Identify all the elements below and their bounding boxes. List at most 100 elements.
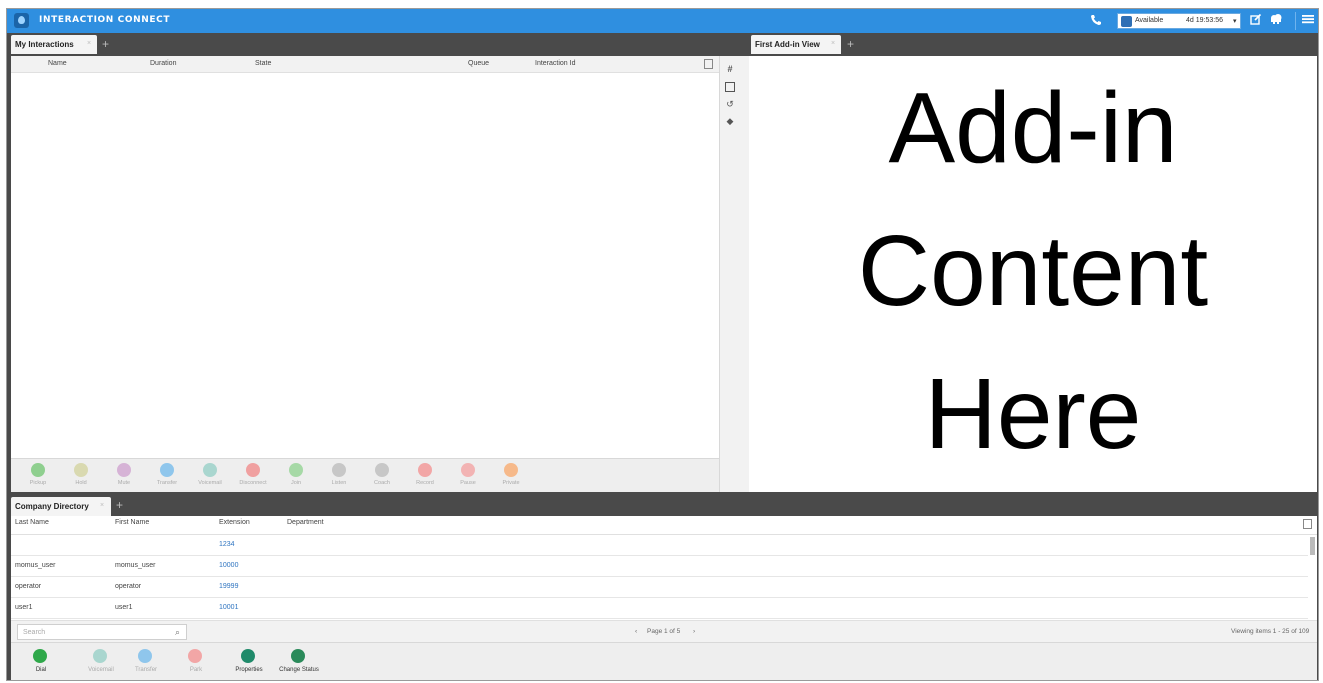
edit-icon[interactable] [1248, 13, 1263, 28]
tag-icon[interactable]: ◆ [725, 116, 735, 126]
col-interaction-id[interactable]: Interaction Id [535, 60, 575, 67]
private-button[interactable]: Private [494, 463, 528, 491]
col-department[interactable]: Department [287, 519, 324, 526]
col-name[interactable]: Name [48, 60, 67, 67]
add-tab-icon[interactable]: + [102, 37, 109, 51]
prev-page-icon[interactable]: ‹ [635, 628, 637, 635]
search-placeholder: Search [23, 629, 46, 636]
cell-extension-link[interactable]: 10001 [219, 604, 238, 611]
coach-button[interactable]: Coach [365, 463, 399, 491]
park-icon [188, 649, 202, 663]
add-tab-icon[interactable]: + [116, 498, 123, 512]
tab-label: Company Directory [15, 502, 89, 511]
close-icon[interactable]: × [87, 40, 91, 47]
properties-icon [241, 649, 255, 663]
transfer-label: Transfer [134, 667, 158, 673]
column-picker-icon[interactable] [704, 59, 713, 69]
add-tab-icon[interactable]: + [847, 37, 854, 51]
tab-first-addin-view[interactable]: First Add-in View × [751, 35, 841, 54]
header-divider [1295, 12, 1296, 30]
interactions-header-row: Name Duration State Queue Interaction Id [11, 56, 719, 73]
tab-label: First Add-in View [755, 40, 820, 49]
voicemail-icon [203, 463, 217, 477]
change-status-button[interactable]: Change Status [273, 647, 325, 675]
voicemail-button[interactable]: Voicemail [193, 463, 227, 491]
record-button[interactable]: Record [408, 463, 442, 491]
chevron-down-icon: ▾ [1233, 18, 1237, 25]
status-timer: 4d 19:53:56 [1186, 17, 1223, 24]
addin-line-2: Content [857, 215, 1209, 327]
col-first-name[interactable]: First Name [115, 519, 149, 526]
next-page-icon[interactable]: › [693, 628, 695, 635]
pause-label: Pause [460, 480, 476, 486]
app-title: INTERACTION CONNECT [39, 15, 171, 25]
tab-my-interactions[interactable]: My Interactions × [11, 35, 97, 54]
pickup-label: Pickup [29, 480, 47, 486]
properties-button[interactable]: Properties [229, 647, 269, 675]
col-duration[interactable]: Duration [150, 60, 176, 67]
cell-extension-link[interactable]: 10000 [219, 562, 238, 569]
status-selector[interactable]: Available 4d 19:53:56 ▾ [1117, 13, 1241, 29]
mute-button[interactable]: Mute [107, 463, 141, 491]
directory-header-row: Last Name First Name Extension Departmen… [11, 516, 1317, 535]
close-icon[interactable]: × [831, 40, 835, 47]
pickup-button[interactable]: Pickup [21, 463, 55, 491]
table-row[interactable]: operator operator 19999 [11, 577, 1308, 598]
voicemail-button[interactable]: Voicemail [81, 647, 121, 675]
menu-icon[interactable] [1300, 13, 1315, 28]
col-state[interactable]: State [255, 60, 271, 67]
record-icon [418, 463, 432, 477]
transfer-icon [160, 463, 174, 477]
app-window: INTERACTION CONNECT Available 4d 19:53:5… [6, 8, 1319, 681]
coach-icon [375, 463, 389, 477]
search-icon[interactable]: ⌕ [175, 627, 180, 638]
close-icon[interactable]: × [100, 502, 104, 509]
hold-button[interactable]: Hold [64, 463, 98, 491]
private-icon [504, 463, 518, 477]
status-label: Available [1135, 17, 1164, 24]
transfer-button[interactable]: Transfer [150, 463, 184, 491]
search-input[interactable]: Search ⌕ [17, 624, 187, 640]
hash-icon[interactable]: # [725, 64, 735, 74]
hold-icon [74, 463, 88, 477]
disconnect-icon [246, 463, 260, 477]
cell-extension-link[interactable]: 19999 [219, 583, 238, 590]
transfer-button[interactable]: Transfer [126, 647, 166, 675]
table-row[interactable]: momus_user momus_user 10000 [11, 556, 1308, 577]
phone-icon[interactable] [1090, 14, 1102, 27]
mute-label: Mute [117, 480, 131, 486]
app-logo [14, 13, 29, 28]
tab-company-directory[interactable]: Company Directory × [11, 497, 111, 516]
cloud-icon[interactable] [1268, 13, 1283, 28]
col-last-name[interactable]: Last Name [15, 519, 49, 526]
voicemail-label: Voicemail [88, 667, 114, 673]
disconnect-button[interactable]: Disconnect [236, 463, 270, 491]
pause-button[interactable]: Pause [451, 463, 485, 491]
viewing-items-label: Viewing items 1 - 25 of 109 [1231, 628, 1310, 635]
table-row[interactable]: 1234 [11, 535, 1308, 556]
join-button[interactable]: Join [279, 463, 313, 491]
dial-button[interactable]: Dial [21, 647, 61, 675]
listen-button[interactable]: Listen [322, 463, 356, 491]
addin-view-panel: Add-in Content Here [749, 56, 1317, 492]
cell-last-name: operator [15, 583, 42, 590]
cell-first-name: operator [115, 583, 142, 590]
col-extension[interactable]: Extension [219, 519, 250, 526]
interaction-side-strip: # ↺ ◆ [719, 56, 749, 492]
cell-extension-link[interactable]: 1234 [219, 541, 235, 548]
park-button[interactable]: Park [176, 647, 216, 675]
join-icon [289, 463, 303, 477]
addin-line-3: Here [924, 358, 1142, 470]
directory-scrollbar[interactable] [1310, 537, 1315, 555]
history-icon[interactable]: ↺ [725, 99, 735, 109]
dial-icon [33, 649, 47, 663]
change-status-label: Change Status [279, 667, 319, 673]
col-queue[interactable]: Queue [468, 60, 489, 67]
addin-line-1: Add-in [888, 72, 1178, 184]
column-picker-icon[interactable] [1303, 519, 1312, 529]
cell-last-name: momus_user [15, 562, 56, 569]
listen-label: Listen [331, 480, 347, 486]
clipboard-icon[interactable] [725, 82, 735, 92]
change-status-icon [291, 649, 305, 663]
table-row[interactable]: user1 user1 10001 [11, 598, 1308, 619]
